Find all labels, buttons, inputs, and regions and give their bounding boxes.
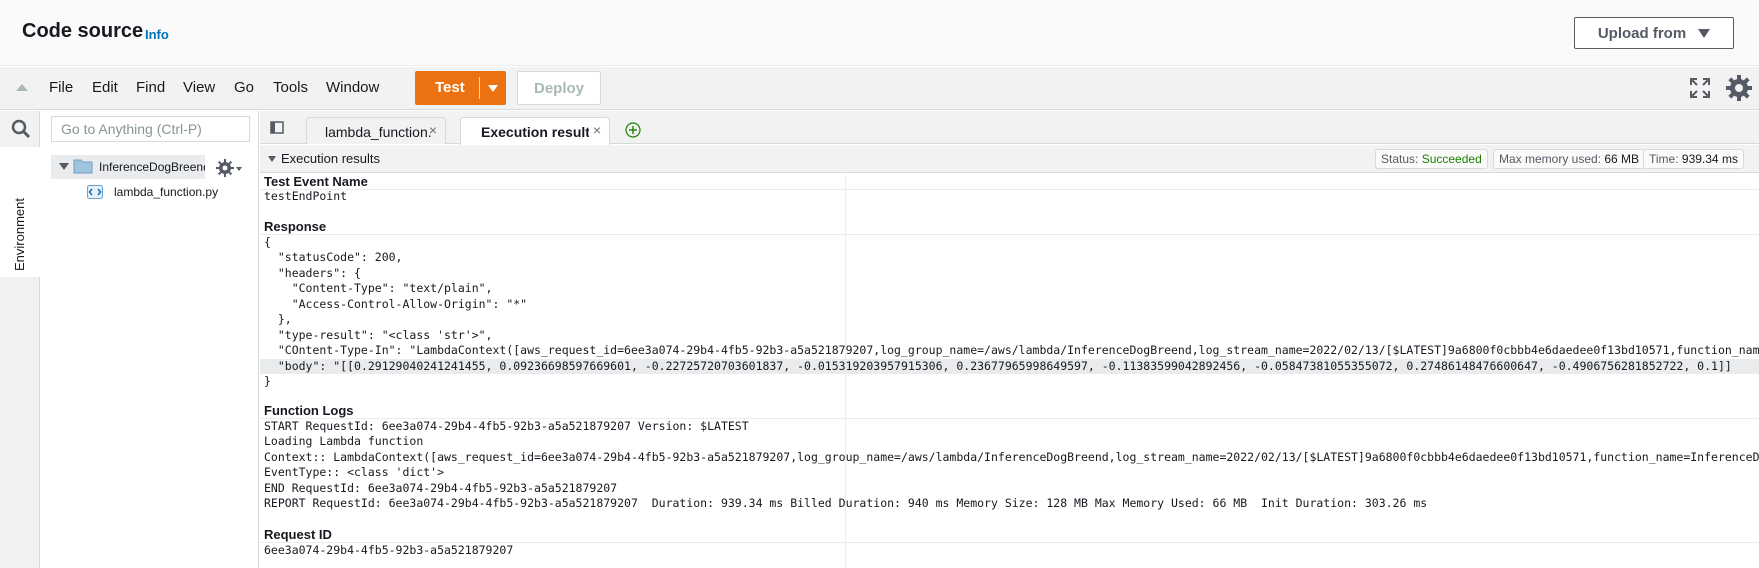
- environment-strip: Environment: [0, 111, 40, 568]
- test-event-name-value: testEndPoint: [264, 189, 348, 203]
- upload-from-button[interactable]: Upload from: [1574, 17, 1734, 49]
- time-label: Time:: [1649, 152, 1679, 166]
- tab-lambda-function[interactable]: lambda_function.py ×: [306, 117, 446, 144]
- time-badge: Time: 939.34 ms: [1643, 149, 1744, 169]
- tab-execution-results[interactable]: Execution results ×: [460, 117, 610, 145]
- go-to-anything-input[interactable]: [51, 116, 250, 142]
- file-explorer-panel: Environment InferenceDogBreend lambda_fu…: [0, 111, 259, 568]
- menu-go[interactable]: Go: [234, 79, 254, 96]
- test-dropdown-icon[interactable]: [488, 85, 498, 92]
- section-divider: [260, 189, 1759, 190]
- environment-tab-label: Environment: [12, 198, 27, 271]
- editor-tab-bar: lambda_function.py × Execution results ×: [260, 111, 1759, 145]
- status-label: Status:: [1381, 152, 1419, 166]
- page-title: Code source: [22, 20, 144, 42]
- log-line: END RequestId: 6ee3a074-29b4-4fb5-92b3-a…: [264, 481, 618, 495]
- menu-window[interactable]: Window: [326, 79, 379, 96]
- response-line: },: [264, 312, 292, 326]
- deploy-button[interactable]: Deploy: [517, 71, 601, 105]
- execution-results-title: Execution results: [281, 151, 380, 166]
- status-badge: Status: Succeeded: [1375, 149, 1488, 169]
- test-button-divider: [479, 77, 480, 99]
- response-line: "Content-Type": "text/plain",: [264, 281, 493, 295]
- log-line: Context:: LambdaContext([aws_request_id=…: [264, 450, 1759, 464]
- add-tab-icon[interactable]: [625, 122, 641, 138]
- editor-menubar: File Edit Find View Go Tools Window Test…: [0, 67, 1759, 110]
- page-header: Code source Info Upload from: [0, 0, 1759, 66]
- tab-label: Execution results: [481, 124, 589, 140]
- python-file-icon: [87, 185, 103, 199]
- file-tree-item[interactable]: lambda_function.py: [114, 185, 218, 199]
- response-line: {: [264, 235, 271, 249]
- log-line: EventType:: <class 'dict'>: [264, 465, 445, 479]
- memory-value: 66 MB: [1604, 152, 1640, 166]
- request-id-heading: Request ID: [264, 527, 332, 542]
- section-divider: [260, 234, 1759, 235]
- request-id-value: 6ee3a074-29b4-4fb5-92b3-a5a521879207: [264, 543, 514, 557]
- response-line: "Access-Control-Allow-Origin": "*": [264, 297, 528, 311]
- close-icon[interactable]: ×: [593, 122, 601, 138]
- log-line: Loading Lambda function: [264, 434, 424, 448]
- caret-down-icon[interactable]: [236, 167, 242, 171]
- memory-badge: Max memory used: 66 MB: [1493, 149, 1646, 169]
- execution-results-header: Execution results Status: Succeeded Max …: [260, 145, 1759, 173]
- menu-file[interactable]: File: [49, 79, 73, 96]
- status-value: Succeeded: [1421, 152, 1482, 166]
- menu-tools[interactable]: Tools: [273, 79, 308, 96]
- response-line: "headers": {: [264, 266, 361, 280]
- response-line: "body": "[[0.29129040241241455, 0.092366…: [264, 359, 1732, 373]
- folder-row[interactable]: InferenceDogBreend: [51, 155, 205, 179]
- upload-from-label: Upload from: [1597, 24, 1687, 42]
- info-link[interactable]: Info: [145, 27, 169, 42]
- close-icon[interactable]: ×: [429, 122, 437, 138]
- menu-view[interactable]: View: [183, 79, 215, 96]
- memory-label: Max memory used:: [1499, 152, 1602, 166]
- fullscreen-icon[interactable]: [1689, 77, 1711, 99]
- folder-icon: [73, 159, 93, 174]
- log-line: REPORT RequestId: 6ee3a074-29b4-4fb5-92b…: [264, 496, 1428, 510]
- test-event-name-heading: Test Event Name: [264, 174, 368, 189]
- collapse-up-icon[interactable]: [16, 84, 28, 91]
- caret-down-icon: [1698, 28, 1711, 38]
- response-line: }: [264, 374, 271, 388]
- response-heading: Response: [264, 219, 327, 234]
- tab-list-icon[interactable]: [270, 121, 286, 135]
- test-button-label: Test: [435, 79, 465, 96]
- response-line: "statusCode": 200,: [264, 250, 403, 264]
- environment-tab[interactable]: Environment: [0, 147, 40, 277]
- tab-label: lambda_function.py: [325, 124, 431, 140]
- time-value: 939.34 ms: [1681, 152, 1738, 166]
- response-line: "type-result": "<class 'str'>",: [264, 328, 493, 342]
- menu-find[interactable]: Find: [136, 79, 165, 96]
- test-button[interactable]: Test: [415, 71, 506, 105]
- caret-down-icon[interactable]: [268, 156, 276, 162]
- menu-edit[interactable]: Edit: [92, 79, 118, 96]
- response-line: "COntent-Type-In": "LambdaContext([aws_r…: [264, 343, 1759, 357]
- execution-results-body: Test Event Name testEndPoint Response { …: [260, 174, 1759, 568]
- search-icon[interactable]: [11, 119, 31, 139]
- caret-down-icon[interactable]: [59, 163, 69, 170]
- folder-name: InferenceDogBreend: [99, 160, 205, 174]
- function-logs-heading: Function Logs: [264, 403, 354, 418]
- gear-icon[interactable]: [1725, 74, 1753, 102]
- folder-settings-icon[interactable]: [216, 159, 234, 177]
- log-line: START RequestId: 6ee3a074-29b4-4fb5-92b3…: [264, 419, 749, 433]
